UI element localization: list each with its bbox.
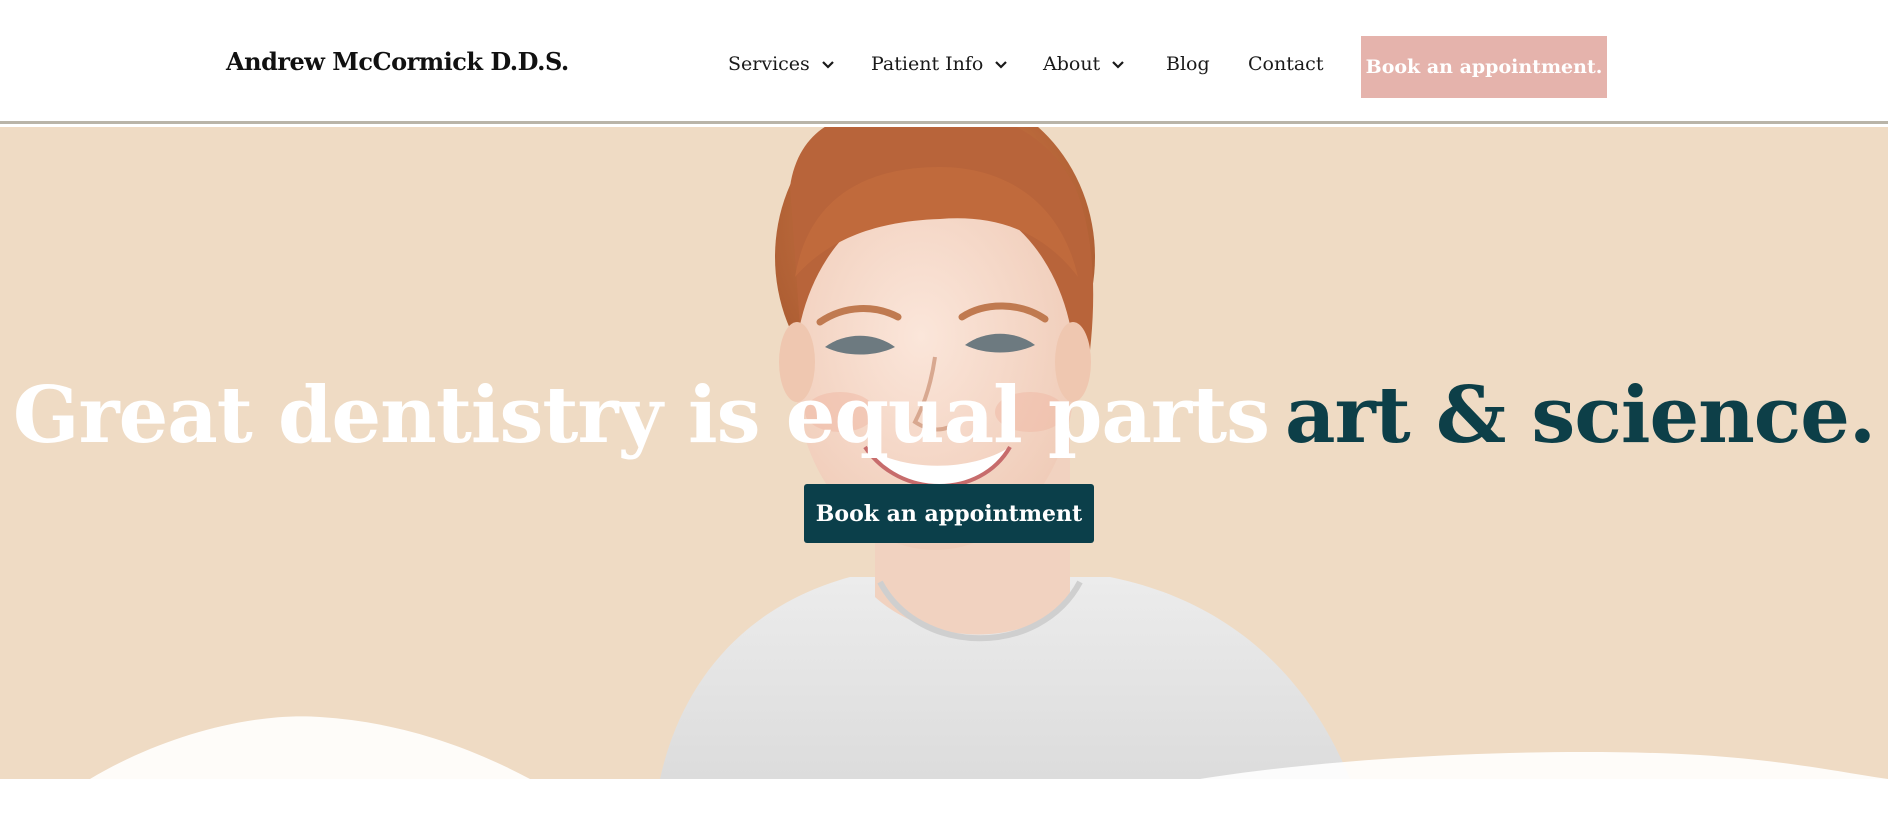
chevron-down-icon [995, 61, 1008, 69]
nav-item-contact[interactable]: Contact [1248, 53, 1361, 75]
nav-item-about[interactable]: About [1043, 53, 1166, 75]
book-appointment-header-button[interactable]: Book an appointment. [1361, 36, 1607, 98]
nav-item-label: Contact [1248, 53, 1324, 75]
nav-item-label: Patient Info [871, 53, 984, 75]
hero-title: Great dentistry is equal parts art & scie… [0, 370, 1888, 461]
nav-item-services[interactable]: Services [728, 53, 871, 75]
hero-title-dark: art & science. [1285, 370, 1876, 461]
book-appointment-hero-button[interactable]: Book an appointment [804, 484, 1094, 543]
nav-item-label: Services [728, 53, 810, 75]
nav-item-patient-info[interactable]: Patient Info [871, 53, 1043, 75]
nav-item-label: Blog [1166, 53, 1210, 75]
site-header: Andrew McCormick D.D.S. Services Patient… [0, 0, 1888, 124]
chevron-down-icon [822, 61, 834, 69]
nav-item-label: About [1043, 53, 1101, 75]
hero-title-light: Great dentistry is equal parts [12, 370, 1270, 461]
hero-section: Great dentistry is equal parts art & scie… [0, 127, 1888, 779]
site-logo[interactable]: Andrew McCormick D.D.S. [226, 47, 569, 76]
chevron-down-icon [1112, 61, 1124, 69]
main-nav: Services Patient Info About Blog Contact [728, 53, 1361, 75]
nav-item-blog[interactable]: Blog [1166, 53, 1248, 75]
